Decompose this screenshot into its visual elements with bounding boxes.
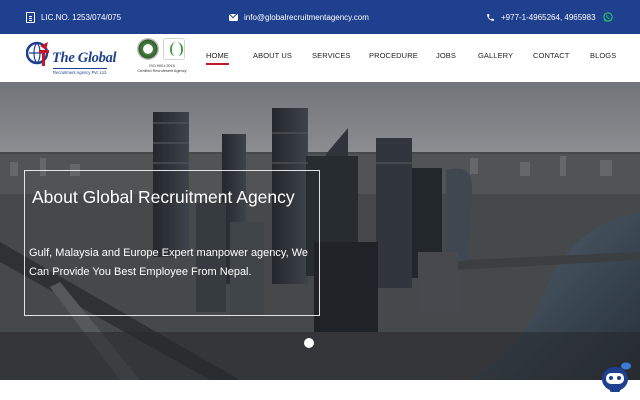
- email-info[interactable]: info@globalrecruitmentagency.com: [229, 0, 369, 34]
- main-navigation: HOME ABOUT US SERVICES PROCEDURE JOBS GA…: [0, 34, 640, 82]
- nav-about-us[interactable]: ABOUT US: [253, 51, 292, 60]
- document-icon: [26, 11, 35, 23]
- nav-gallery[interactable]: GALLERY: [478, 51, 513, 60]
- top-info-bar: LIC.NO. 1253/074/075 info@globalrecruitm…: [0, 0, 640, 34]
- nav-blogs[interactable]: BLOGS: [590, 51, 616, 60]
- main-header: The Global Recruitment Agency Pvt. Ltd. …: [0, 34, 640, 82]
- nav-contact[interactable]: CONTACT: [533, 51, 569, 60]
- section-below-hero: [0, 380, 640, 400]
- phone-icon: [486, 13, 495, 22]
- license-text: LIC.NO. 1253/074/075: [41, 12, 122, 22]
- nav-services[interactable]: SERVICES: [312, 51, 351, 60]
- hero-slider: About Global Recruitment Agency Gulf, Ma…: [0, 82, 640, 380]
- nav-home[interactable]: HOME: [206, 51, 229, 65]
- nav-procedure[interactable]: PROCEDURE: [369, 51, 418, 60]
- phone-text[interactable]: +977-1-4965264, 4965983: [501, 13, 596, 22]
- whatsapp-link[interactable]: [603, 0, 613, 34]
- email-link[interactable]: info@globalrecruitmentagency.com: [244, 13, 369, 22]
- chatbot-icon[interactable]: [600, 362, 632, 394]
- hero-title: About Global Recruitment Agency: [32, 187, 295, 207]
- phone-info[interactable]: +977-1-4965264, 4965983: [486, 0, 596, 34]
- nav-jobs[interactable]: JOBS: [436, 51, 456, 60]
- hero-description: Gulf, Malaysia and Europe Expert manpowe…: [29, 247, 309, 278]
- mail-icon: [229, 13, 238, 21]
- whatsapp-icon[interactable]: [603, 12, 613, 22]
- chatbot-launcher[interactable]: [600, 362, 632, 394]
- license-info: LIC.NO. 1253/074/075: [26, 0, 121, 34]
- slider-dot-active[interactable]: [304, 338, 314, 348]
